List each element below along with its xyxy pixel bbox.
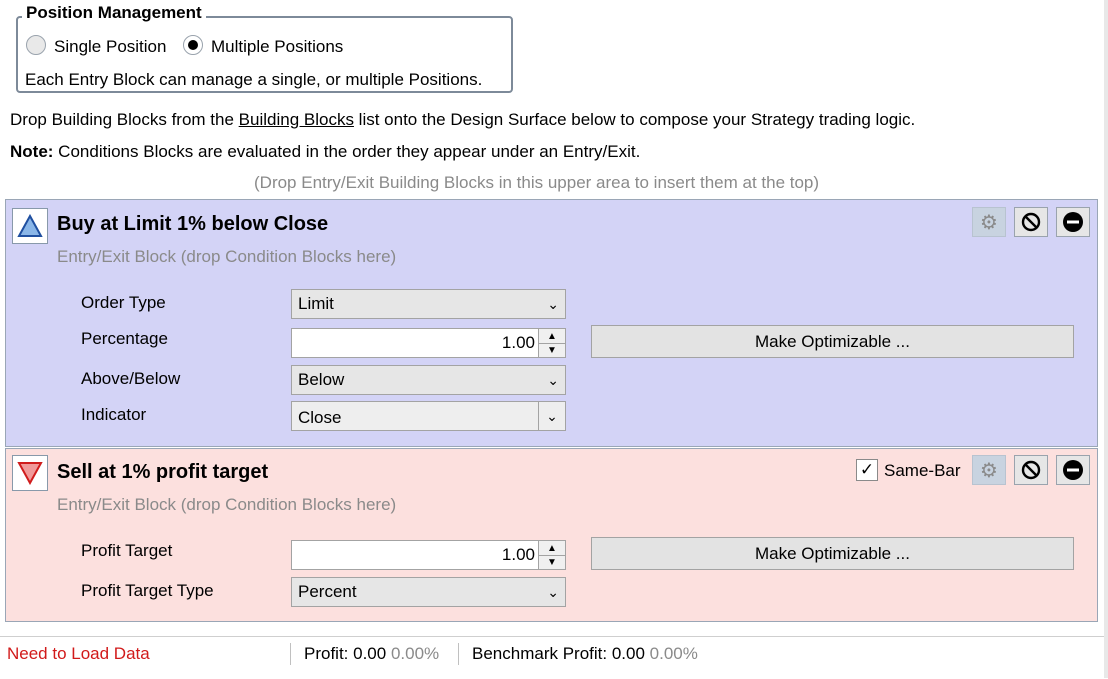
benchmark-readout: Benchmark Profit: 0.00 0.00% bbox=[472, 644, 698, 664]
status-separator bbox=[458, 643, 459, 665]
profit-target-spinner[interactable]: ▲ ▼ bbox=[538, 541, 565, 569]
order-type-value: Limit bbox=[298, 294, 334, 313]
above-below-select[interactable]: Below ⌄ bbox=[291, 365, 566, 395]
buy-settings-button[interactable]: ⚙ bbox=[972, 207, 1006, 237]
percentage-value: 1.00 bbox=[501, 333, 535, 352]
profit-readout: Profit: 0.00 0.00% bbox=[304, 644, 439, 664]
position-management-legend: Position Management bbox=[22, 3, 206, 23]
indicator-combobox[interactable]: Close ⌄ bbox=[291, 401, 566, 431]
buy-block-subtitle: Entry/Exit Block (drop Condition Blocks … bbox=[57, 247, 397, 266]
minus-circle-icon bbox=[1063, 460, 1083, 480]
note-line: Note: Conditions Blocks are evaluated in… bbox=[10, 142, 640, 162]
indicator-value[interactable]: Close bbox=[298, 408, 341, 428]
indicator-label: Indicator bbox=[81, 405, 147, 424]
gear-icon: ⚙ bbox=[980, 459, 998, 482]
note-text: Conditions Blocks are evaluated in the o… bbox=[53, 142, 641, 161]
note-label: Note: bbox=[10, 142, 54, 161]
triangle-down-icon bbox=[12, 455, 48, 491]
buy-block-title: Buy at Limit 1% below Close bbox=[57, 213, 329, 235]
single-position-radio[interactable] bbox=[26, 35, 46, 55]
sell-disable-button[interactable] bbox=[1014, 455, 1048, 485]
profit-target-input[interactable]: 1.00 ▲ ▼ bbox=[291, 540, 566, 570]
sell-block-subtitle: Entry/Exit Block (drop Condition Blocks … bbox=[57, 495, 397, 514]
percentage-input[interactable]: 1.00 ▲ ▼ bbox=[291, 328, 566, 358]
ban-icon bbox=[1021, 460, 1041, 480]
drop-hint[interactable]: (Drop Entry/Exit Building Blocks in this… bbox=[254, 173, 819, 193]
above-below-value: Below bbox=[298, 370, 345, 389]
sell-block-title: Sell at 1% profit target bbox=[57, 461, 269, 483]
buy-disable-button[interactable] bbox=[1014, 207, 1048, 237]
same-bar-label[interactable]: Same-Bar bbox=[884, 461, 961, 481]
status-text: Need to Load Data bbox=[7, 644, 150, 663]
profit-target-type-label: Profit Target Type bbox=[81, 581, 214, 600]
gear-icon: ⚙ bbox=[980, 211, 998, 234]
chevron-down-icon[interactable]: ⌄ bbox=[538, 402, 565, 430]
profit-target-type-select[interactable]: Percent ⌄ bbox=[291, 577, 566, 607]
multiple-positions-label[interactable]: Multiple Positions bbox=[211, 37, 343, 57]
percentage-spinner[interactable]: ▲ ▼ bbox=[538, 329, 565, 357]
benchmark-percent: 0.00% bbox=[649, 644, 698, 663]
profit-target-value: 1.00 bbox=[501, 545, 535, 564]
minus-circle-icon bbox=[1063, 212, 1083, 232]
profit-target-type-value: Percent bbox=[298, 582, 357, 601]
sell-settings-button[interactable]: ⚙ bbox=[972, 455, 1006, 485]
single-position-label[interactable]: Single Position bbox=[54, 37, 166, 57]
profit-target-label: Profit Target bbox=[81, 541, 173, 560]
chevron-down-icon: ⌄ bbox=[547, 296, 559, 312]
above-below-label: Above/Below bbox=[81, 369, 181, 388]
profit-percent: 0.00% bbox=[390, 644, 440, 663]
chevron-down-icon: ⌄ bbox=[547, 584, 559, 600]
chevron-down-icon: ⌄ bbox=[547, 372, 559, 388]
triangle-up-icon bbox=[12, 208, 48, 244]
profit-label: Profit: 0.00 bbox=[304, 644, 387, 663]
window-edge bbox=[1104, 0, 1108, 678]
buy-make-optimizable-button[interactable]: Make Optimizable ... bbox=[591, 325, 1074, 358]
spin-down-icon[interactable]: ▼ bbox=[539, 343, 565, 357]
buy-remove-button[interactable] bbox=[1056, 207, 1090, 237]
percentage-label: Percentage bbox=[81, 329, 168, 348]
checkmark-icon: ✓ bbox=[859, 460, 875, 479]
spin-up-icon[interactable]: ▲ bbox=[539, 541, 565, 556]
sell-make-optimizable-button[interactable]: Make Optimizable ... bbox=[591, 537, 1074, 570]
status-separator bbox=[290, 643, 291, 665]
multiple-positions-radio[interactable] bbox=[183, 35, 203, 55]
instructions-pre: Drop Building Blocks from the bbox=[10, 110, 239, 129]
instructions-post: list onto the Design Surface below to co… bbox=[353, 110, 916, 129]
order-type-select[interactable]: Limit ⌄ bbox=[291, 289, 566, 319]
instructions-line: Drop Building Blocks from the Building B… bbox=[10, 110, 915, 130]
spin-up-icon[interactable]: ▲ bbox=[539, 329, 565, 344]
sell-remove-button[interactable] bbox=[1056, 455, 1090, 485]
benchmark-label: Benchmark Profit: 0.00 bbox=[472, 644, 645, 663]
order-type-label: Order Type bbox=[81, 293, 166, 312]
spin-down-icon[interactable]: ▼ bbox=[539, 555, 565, 569]
same-bar-checkbox[interactable]: ✓ bbox=[856, 459, 878, 481]
ban-icon bbox=[1021, 212, 1041, 232]
position-management-description: Each Entry Block can manage a single, or… bbox=[25, 70, 483, 89]
building-blocks-link[interactable]: Building Blocks bbox=[239, 110, 354, 129]
